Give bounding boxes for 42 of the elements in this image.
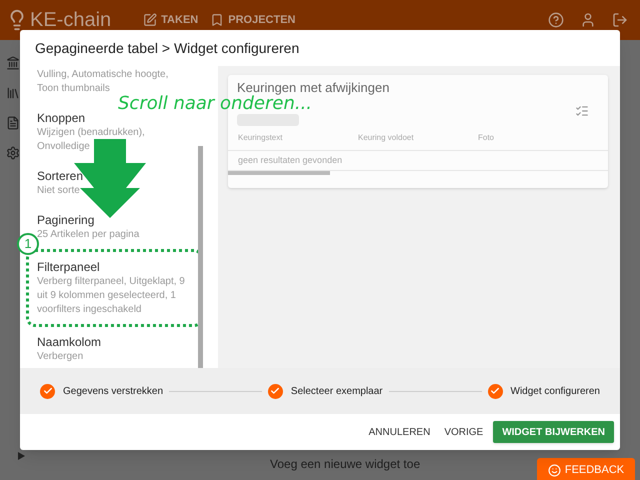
text-button[interactable]: VORIGE (440, 421, 488, 443)
setting-title[interactable]: Paginering (37, 212, 94, 228)
setting-subtitle: Niet sorte (37, 184, 80, 198)
empty-message: geen resultaten gevonden (238, 154, 342, 167)
step-label: Selecteer exemplaar (290, 384, 383, 398)
logout-icon[interactable] (612, 12, 628, 28)
setting-subtitle: 25 Artikelen per pagina (37, 228, 140, 242)
step-label: Widget configureren (510, 384, 600, 398)
scroll-hint-annotation: Scroll naar onderen... (118, 95, 312, 113)
bookmark-icon (210, 13, 224, 27)
setting-title[interactable]: Knoppen (37, 110, 86, 126)
dialog-title: Gepagineerde tabel > Widget configureren (35, 38, 300, 58)
column-header: Foto (478, 132, 496, 144)
nav-link[interactable]: PROJECTEN (210, 12, 296, 28)
user-icon[interactable] (580, 12, 596, 28)
help-icon[interactable] (548, 12, 564, 28)
app-logo: KE-chain (30, 8, 112, 33)
setting-title[interactable]: Sorteren (37, 168, 84, 184)
books-icon[interactable] (6, 86, 20, 100)
setting-subtitle: Verberg filterpaneel, Uitgeklapt, 9 uit 9 kolommen geselecteerd, 1 voorfilters ingeschakeld (37, 275, 186, 317)
horizontal-scrollbar[interactable] (228, 171, 330, 175)
nav-link[interactable]: TAKEN (143, 12, 198, 28)
setting-subtitle: Verbergen (37, 350, 84, 364)
document-icon[interactable] (6, 116, 20, 130)
scrollbar-thumb[interactable] (198, 146, 203, 368)
setting-title[interactable]: Filterpaneel (37, 259, 100, 275)
column-header: Keuring voldoet (358, 132, 415, 144)
settings-icon[interactable] (6, 146, 20, 160)
column-list-icon[interactable] (575, 104, 589, 118)
text-button[interactable]: ANNULEREN (364, 421, 434, 443)
edit-icon (143, 13, 158, 27)
setting-subtitle: Vulling, Automatische hoogte, Toon thumbnails (37, 68, 170, 95)
widget-title: Keuringen met afwijkingen (237, 80, 390, 95)
bank-icon[interactable] (6, 56, 20, 70)
highlighted-setting-item[interactable]: Filterpaneel Verberg filterpaneel, Uitgeklapt, 9 uit 9 kolommen geselecteerd, 1 voorfilters ingeschakeld (29, 252, 200, 324)
setting-title[interactable]: Naamkolom (37, 334, 102, 350)
step-label: Gegevens verstrekken (63, 384, 164, 398)
setting-subtitle: Wijzigen (benadrukken), Onvolledige (37, 126, 146, 154)
play-icon[interactable] (18, 452, 25, 460)
primary-button[interactable]: WIDGET BIJWERKEN (493, 421, 614, 443)
smile-icon (548, 464, 561, 476)
column-header: Keuringstext (238, 132, 284, 144)
